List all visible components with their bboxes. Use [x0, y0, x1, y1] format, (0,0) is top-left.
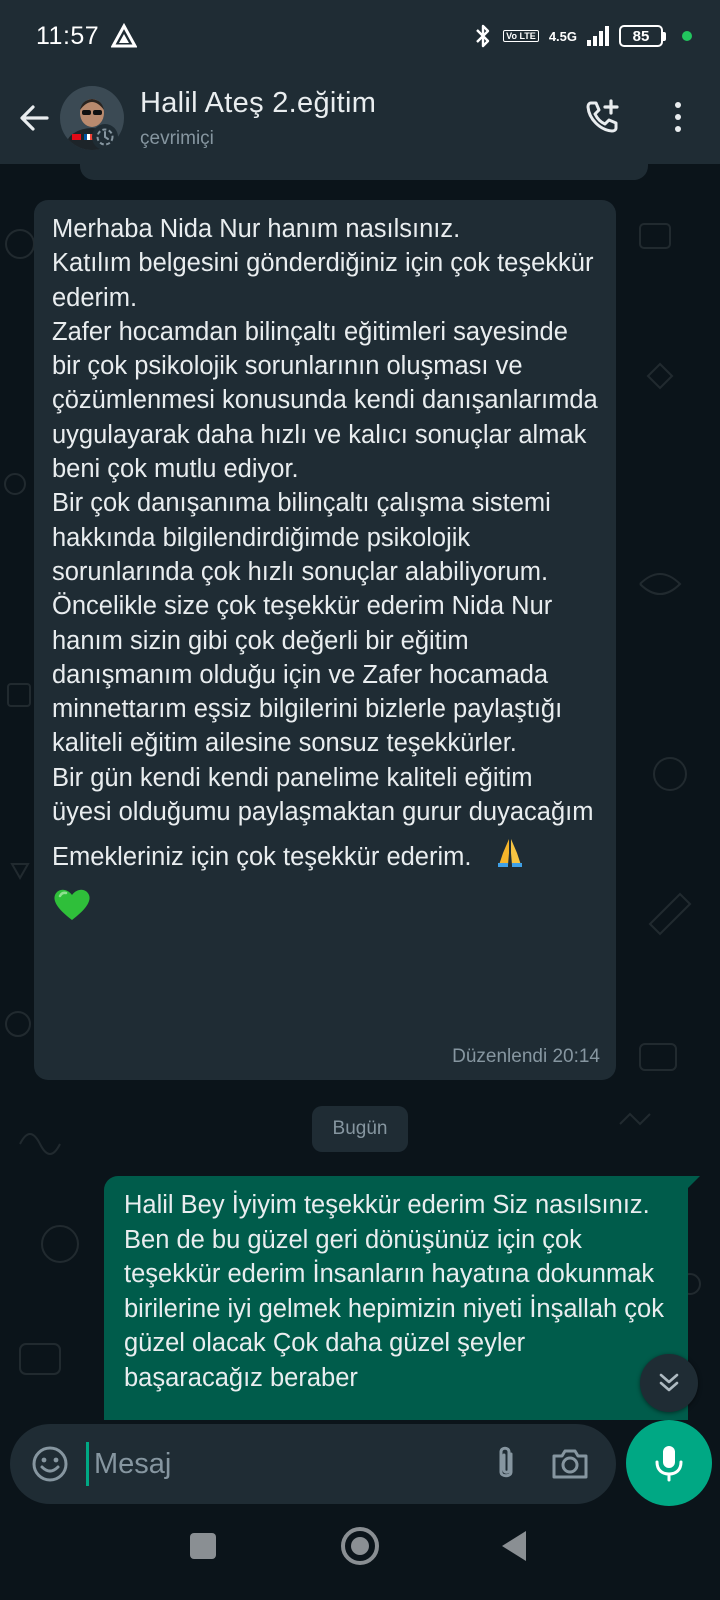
- network-type: 4.5G: [548, 28, 577, 44]
- add-call-icon: [586, 99, 619, 133]
- date-chip: Bugün: [312, 1106, 408, 1152]
- pray-emoji-icon: [493, 835, 527, 878]
- voice-message-button[interactable]: [626, 1420, 712, 1506]
- contact-info[interactable]: Halil Ateş 2.eğitim çevrimiçi: [140, 87, 376, 150]
- more-vert-icon: [675, 102, 681, 108]
- incoming-message[interactable]: Merhaba Nida Nur hanım nasılsınız. Katıl…: [34, 200, 616, 1080]
- home-icon: [351, 1537, 369, 1555]
- status-bar: 11:57 Vo LTE 4.5G 85: [0, 0, 720, 72]
- message-input[interactable]: [94, 1447, 454, 1481]
- recents-button[interactable]: [190, 1533, 216, 1559]
- incoming-message-text: Merhaba Nida Nur hanım nasılsınız. Katıl…: [52, 215, 598, 827]
- text-cursor: [86, 1442, 89, 1486]
- more-options-button[interactable]: [656, 92, 700, 142]
- notification-triangle-icon: [111, 23, 138, 48]
- incoming-message-last-line: Emekleriniz için çok teşekkür ederim.: [52, 835, 598, 878]
- camera-button[interactable]: [544, 1438, 596, 1490]
- privacy-indicator-dot: [682, 31, 692, 41]
- status-icons: Vo LTE 4.5G 85: [473, 23, 692, 49]
- battery-level: 85: [619, 25, 663, 47]
- previous-message-edge: [80, 164, 648, 180]
- outgoing-message[interactable]: Halil Bey İyiyim teşekkür ederim Siz nas…: [104, 1176, 700, 1420]
- contact-name: Halil Ateş 2.eğitim: [140, 86, 377, 119]
- emoji-icon: [32, 1446, 68, 1482]
- signal-icon: [587, 26, 609, 46]
- status-ring-icon: [92, 124, 118, 150]
- chat-header: Halil Ateş 2.eğitim çevrimiçi: [0, 72, 720, 164]
- emoji-button[interactable]: [22, 1436, 78, 1492]
- microphone-icon: [655, 1446, 683, 1482]
- double-chevron-down-icon: [659, 1373, 679, 1392]
- status-time: 11:57: [36, 21, 100, 50]
- volte-icon: Vo LTE: [503, 30, 539, 42]
- home-button[interactable]: [341, 1527, 379, 1565]
- scroll-to-bottom-button[interactable]: [640, 1354, 698, 1412]
- paperclip-icon: [499, 1446, 513, 1478]
- battery-icon: 85: [619, 25, 666, 47]
- chat-area[interactable]: Merhaba Nida Nur hanım nasılsınız. Katıl…: [0, 164, 720, 1420]
- back-arrow-icon: [20, 105, 49, 131]
- add-call-button[interactable]: [578, 92, 628, 142]
- back-button[interactable]: [6, 90, 62, 146]
- message-composer: [10, 1424, 616, 1504]
- incoming-last-line-text: Emekleriniz için çok teşekkür ederim.: [52, 842, 472, 871]
- bluetooth-icon: [476, 24, 490, 48]
- camera-icon: [552, 1449, 588, 1479]
- contact-status: çevrimiçi: [140, 127, 214, 149]
- green-heart-emoji-icon: [52, 886, 598, 927]
- attach-button[interactable]: [480, 1438, 532, 1490]
- system-back-button[interactable]: [502, 1531, 526, 1561]
- message-edited-timestamp: Düzenlendi 20:14: [452, 1046, 600, 1067]
- outgoing-message-text: Halil Bey İyiyim teşekkür ederim Siz nas…: [124, 1191, 664, 1392]
